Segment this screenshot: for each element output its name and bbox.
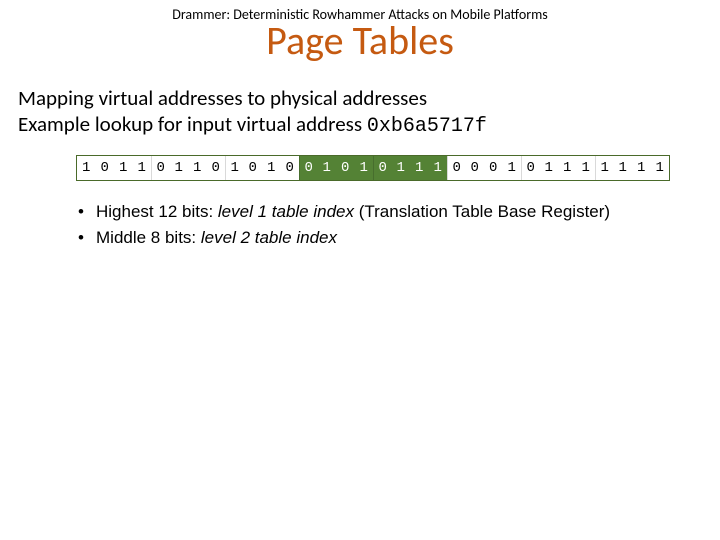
bit-cell: 1 <box>355 156 374 180</box>
bit-cell: 1 <box>410 156 429 180</box>
bit-cell: 0 <box>281 156 300 180</box>
body-line-2: Example lookup for input virtual address… <box>18 111 702 139</box>
bit-cell: 0 <box>299 156 318 180</box>
bit-cell: 1 <box>577 156 596 180</box>
bit-cell: 1 <box>318 156 337 180</box>
bit-cell: 0 <box>447 156 466 180</box>
bit-cell: 1 <box>614 156 633 180</box>
bit-cell: 1 <box>133 156 152 180</box>
bit-cell: 1 <box>558 156 577 180</box>
bullet-2: • Middle 8 bits: level 2 table index <box>78 225 702 251</box>
bit-cell: 0 <box>336 156 355 180</box>
bit-cell: 1 <box>77 156 96 180</box>
bit-cell: 0 <box>373 156 392 180</box>
bit-cell: 1 <box>392 156 411 180</box>
bit-cell: 1 <box>114 156 133 180</box>
bit-cell: 1 <box>170 156 189 180</box>
bit-cell: 1 <box>540 156 559 180</box>
bit-cell: 0 <box>521 156 540 180</box>
bit-cell: 0 <box>244 156 263 180</box>
bullet-1: • Highest 12 bits: level 1 table index (… <box>78 199 702 225</box>
body-line-1: Mapping virtual addresses to physical ad… <box>18 85 702 111</box>
bit-cell: 0 <box>96 156 115 180</box>
bit-cell: 1 <box>503 156 522 180</box>
bit-cell: 1 <box>188 156 207 180</box>
bit-cell: 1 <box>651 156 670 180</box>
bit-cell: 0 <box>207 156 226 180</box>
bit-cell: 0 <box>466 156 485 180</box>
bit-cell: 1 <box>632 156 651 180</box>
bit-cell: 0 <box>151 156 170 180</box>
bit-cell: 1 <box>225 156 244 180</box>
bit-cell: 1 <box>595 156 614 180</box>
bits-row: 10110110101001010111000101111111 <box>76 155 670 181</box>
bit-cell: 1 <box>262 156 281 180</box>
slide-title: Page Tables <box>0 19 720 63</box>
bit-cell: 1 <box>429 156 448 180</box>
bit-cell: 0 <box>484 156 503 180</box>
